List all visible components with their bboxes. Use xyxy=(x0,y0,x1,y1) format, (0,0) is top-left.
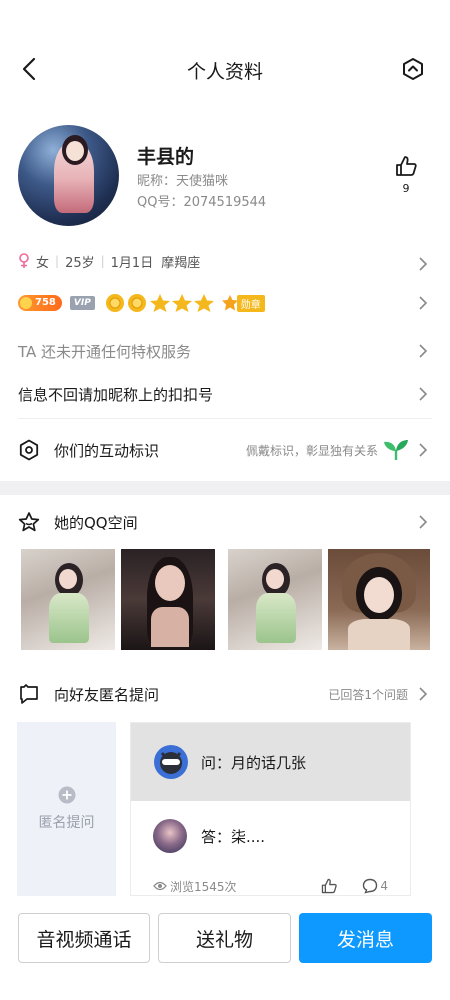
note-text: 信息不回请加昵称上的扣扣号 xyxy=(18,385,214,404)
sprout-icon xyxy=(384,440,408,460)
avatar[interactable] xyxy=(18,125,119,226)
send-message-button[interactable]: 发消息 xyxy=(299,913,432,963)
qzone-title: 她的QQ空间 xyxy=(54,513,138,532)
medal-badge: 勋章 xyxy=(221,294,265,312)
profile-qq-number: QQ号：2074519544 xyxy=(137,195,267,210)
sun-badge-icon xyxy=(127,294,146,312)
star-icon xyxy=(149,294,170,312)
stats-row: 浏览1545次 4 xyxy=(153,877,388,895)
interaction-label: 你们的互动标识 xyxy=(54,441,160,460)
views-text: 浏览1545次 xyxy=(170,879,237,894)
answer-section: 答：柒.... xyxy=(153,819,265,853)
zodiac-text: 摩羯座 xyxy=(161,255,201,271)
interaction-hint: 佩戴标识，彰显独有关系 xyxy=(245,443,378,458)
note-row[interactable]: 信息不回请加昵称上的扣扣号 xyxy=(0,381,450,407)
qzone-photo[interactable] xyxy=(328,549,430,650)
settings-button[interactable] xyxy=(400,56,426,82)
anon-answered-count: 已回答1个问题 xyxy=(328,687,408,702)
plus-circle-icon xyxy=(58,786,75,804)
qzone-photo[interactable] xyxy=(228,549,322,650)
star-icon xyxy=(193,294,214,312)
gender-text: 女 xyxy=(36,255,50,271)
thumbs-up-icon xyxy=(396,156,417,176)
birthday-text: 1月1日 xyxy=(110,255,154,271)
vip-badge: VIP xyxy=(69,296,95,310)
privilege-text: TA 还未开通任何特权服务 xyxy=(18,342,192,361)
chevron-right-icon xyxy=(419,344,428,358)
send-gift-button[interactable]: 送礼物 xyxy=(158,913,291,963)
answer-text: 答：柒.... xyxy=(201,827,266,846)
interaction-row[interactable]: 你们的互动标识 佩戴标识，彰显独有关系 xyxy=(0,436,450,464)
anon-title: 向好友匿名提问 xyxy=(54,685,160,704)
badges-row[interactable]: 758 VIP 勋章 xyxy=(0,290,450,316)
page-title: 个人资料 xyxy=(186,61,263,83)
chevron-right-icon xyxy=(419,296,428,310)
privilege-row[interactable]: TA 还未开通任何特权服务 xyxy=(0,338,450,364)
anon-avatar-icon xyxy=(154,745,188,779)
question-text: 问：月的话几张 xyxy=(201,753,307,772)
video-call-button[interactable]: 音视频通话 xyxy=(18,913,150,963)
basic-info-row[interactable]: 女 | 25岁 | 1月1日 摩羯座 xyxy=(0,250,450,272)
anon-ask-button[interactable]: 匿名提问 xyxy=(17,722,116,896)
level-number: 758 xyxy=(35,297,56,308)
profile-name: 丰县的 xyxy=(137,146,195,168)
comment-count: 4 xyxy=(380,879,388,893)
qzone-row[interactable]: 她的QQ空间 xyxy=(0,509,450,535)
section-gap xyxy=(0,481,450,495)
chevron-right-icon xyxy=(419,443,428,457)
qzone-photo[interactable] xyxy=(21,549,115,650)
thumbs-up-icon[interactable] xyxy=(320,878,338,894)
comment-icon[interactable] xyxy=(362,878,378,894)
age-text: 25岁 xyxy=(65,255,95,271)
like-count: 9 xyxy=(402,182,410,195)
coin-icon xyxy=(20,297,32,309)
question-section: 问：月的话几张 xyxy=(131,723,410,801)
profile-nickname: 昵称：天使猫咪 xyxy=(137,174,229,189)
chevron-right-icon xyxy=(419,515,428,529)
level-badge: 758 xyxy=(18,295,62,311)
divider xyxy=(18,418,432,419)
qzone-photo[interactable] xyxy=(121,549,215,650)
like-button[interactable]: 9 xyxy=(393,155,419,195)
star-icon xyxy=(171,294,192,312)
female-icon xyxy=(19,253,29,268)
anon-ask-icon xyxy=(20,684,38,704)
star-outline-icon xyxy=(18,512,40,532)
sun-badge-icon xyxy=(105,294,124,312)
chevron-right-icon xyxy=(419,687,428,701)
anon-question-card[interactable]: 问：月的话几张 答：柒.... 浏览1545次 4 xyxy=(130,722,411,896)
hexagon-settings-icon xyxy=(403,58,423,80)
answer-avatar xyxy=(153,819,187,853)
anon-ask-label: 匿名提问 xyxy=(38,815,95,831)
medal-label: 勋章 xyxy=(236,294,265,312)
interaction-icon xyxy=(19,439,39,461)
eye-icon xyxy=(153,881,167,891)
chevron-right-icon xyxy=(419,387,428,401)
chevron-right-icon xyxy=(419,257,428,271)
anon-question-row[interactable]: 向好友匿名提问 已回答1个问题 xyxy=(0,681,450,707)
